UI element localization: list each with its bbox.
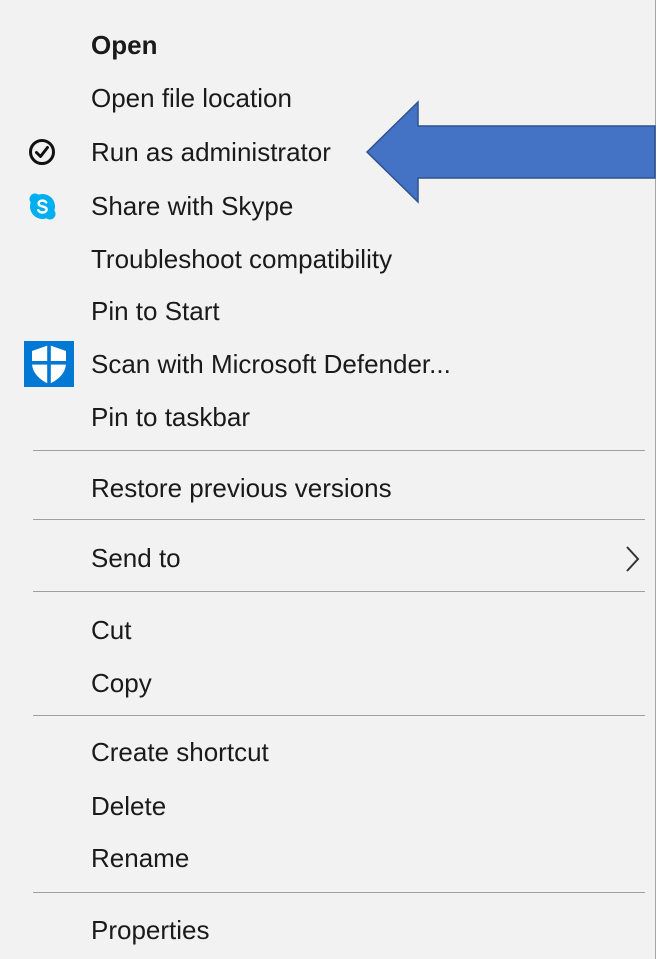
menu-item-label: Restore previous versions [91,473,392,503]
menu-separator [33,715,645,716]
menu-item-label: Copy [91,668,152,698]
menu-item-copy[interactable]: Copy [0,656,655,710]
menu-item-delete[interactable]: Delete [0,779,655,833]
menu-item-troubleshoot-compatibility[interactable]: Troubleshoot compatibility [0,232,655,286]
menu-item-label: Cut [91,615,132,645]
menu-item-label: Scan with Microsoft Defender... [91,349,451,379]
menu-item-properties[interactable]: Properties [0,903,655,957]
menu-separator [33,591,645,592]
menu-item-label: Delete [91,791,167,821]
menu-item-pin-to-start[interactable]: Pin to Start [0,284,655,338]
menu-item-label: Create shortcut [91,737,269,767]
blue-arrow-icon [365,100,657,209]
menu-item-label: Share with Skype [91,191,294,221]
menu-item-restore-previous-versions[interactable]: Restore previous versions [0,461,655,515]
menu-item-scan-with-defender[interactable]: Scan with Microsoft Defender... [0,337,655,391]
menu-item-label: Properties [91,915,210,945]
menu-item-label: Open file location [91,83,292,113]
chevron-right-icon [625,545,641,578]
menu-item-label: Send to [91,543,181,573]
defender-shield-icon [24,341,74,392]
menu-item-label: Run as administrator [91,137,331,167]
menu-item-label: Pin to taskbar [91,402,250,432]
menu-item-open[interactable]: Open [0,18,655,72]
menu-item-label: Troubleshoot compatibility [91,244,393,274]
menu-item-pin-to-taskbar[interactable]: Pin to taskbar [0,390,655,444]
check-circle-icon [28,138,56,171]
menu-item-create-shortcut[interactable]: Create shortcut [0,725,655,779]
menu-separator [33,519,645,520]
menu-item-label: Rename [91,843,190,873]
menu-item-label: Open [91,30,158,60]
menu-separator [33,450,645,451]
menu-item-cut[interactable]: Cut [0,603,655,657]
menu-item-label: Pin to Start [91,296,220,326]
menu-separator [33,892,645,893]
menu-item-rename[interactable]: Rename [0,831,655,885]
skype-icon [29,193,56,225]
menu-item-send-to[interactable]: Send to [0,531,655,585]
